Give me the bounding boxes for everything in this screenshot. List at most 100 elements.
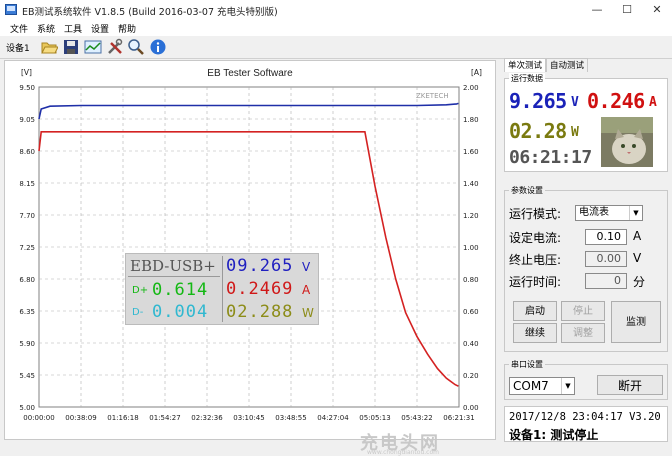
right-tick-label: 2.00 <box>463 84 479 92</box>
mode-value: 电流表 <box>579 207 609 218</box>
current-label: 设定电流: <box>509 231 562 245</box>
x-tick-label: 02:32:36 <box>191 414 223 422</box>
right-tick-label: 0.40 <box>463 340 479 348</box>
chart: EB Tester Software ZKETECH [V] [A] 00:00… <box>19 68 482 422</box>
current-field[interactable]: 0.10 <box>585 229 627 245</box>
monitor-button[interactable]: 监测 <box>611 301 661 343</box>
overlay-power-unit: W <box>302 306 314 320</box>
right-axis-unit: [A] <box>471 68 482 77</box>
right-tick-label: 1.40 <box>463 180 479 188</box>
continue-button[interactable]: 继续 <box>513 323 557 343</box>
params-group: 参数设置 运行模式: 电流表 ▼ 设定电流: 0.10 A 终止电压: 0.00… <box>504 185 668 352</box>
x-tick-label: 03:10:45 <box>233 414 264 422</box>
voltage-unit: V <box>633 251 642 265</box>
status-timestamp: 2017/12/8 23:04:17 V3.20 <box>509 411 661 423</box>
chart-title: EB Tester Software <box>207 68 293 79</box>
mode-label: 运行模式: <box>509 207 562 221</box>
cat-photo <box>601 117 653 167</box>
chart-grid <box>38 86 460 408</box>
serial-group: 串口设置 COM7 ▼ 断开 <box>504 359 668 400</box>
right-tick-label: 1.60 <box>463 148 479 156</box>
status-box: 2017/12/8 23:04:17 V3.20 设备1: 测试停止 <box>504 406 668 442</box>
x-tick-label: 06:21:31 <box>443 414 474 422</box>
menu-system[interactable]: 系统 <box>37 22 55 35</box>
reading-voltage: 9.265 <box>509 89 567 113</box>
x-tick-label: 00:38:09 <box>65 414 96 422</box>
info-icon[interactable] <box>149 38 167 56</box>
menu-help[interactable]: 帮助 <box>118 22 136 35</box>
open-folder-icon[interactable] <box>40 38 58 56</box>
mode-select[interactable]: 电流表 ▼ <box>575 205 643 221</box>
left-tick-label: 5.00 <box>19 404 35 412</box>
time-label: 运行时间: <box>509 275 562 289</box>
status-message: 设备1: 测试停止 <box>509 428 599 442</box>
menu-settings[interactable]: 设置 <box>91 22 109 35</box>
right-tick-label: 0.60 <box>463 308 479 316</box>
reading-current: 0.246 <box>587 89 645 113</box>
right-tick-label: 1.00 <box>463 244 479 252</box>
reading-power: 02.28 <box>509 119 567 143</box>
left-tick-label: 5.90 <box>19 340 35 348</box>
time-unit: 分 <box>633 275 646 289</box>
x-tick-label: 05:05:13 <box>359 414 390 422</box>
overlay-voltage-unit: V <box>302 260 311 274</box>
minimize-button[interactable]: — <box>582 0 612 20</box>
voltage-field[interactable]: 0.00 <box>585 251 627 267</box>
menu-tools[interactable]: 工具 <box>64 22 82 35</box>
overlay-current-unit: A <box>302 283 311 297</box>
meter-overlay: EBD-USB+ D+ 0.614 D- 0.004 09.265 V 0.24… <box>125 253 319 325</box>
left-tick-label: 9.50 <box>19 84 35 92</box>
readings-group: 运行数据 9.265 V 0.246 A 02.28 W 06:21:17 <box>504 73 668 172</box>
window-title: EB测试系统软件 V1.8.5 (Build 2016-03-07 充电头特别版… <box>22 7 278 18</box>
left-tick-label: 8.60 <box>19 148 35 156</box>
overlay-dplus-label: D+ <box>132 285 149 296</box>
left-tick-label: 8.15 <box>19 180 35 188</box>
left-tick-label: 7.70 <box>19 212 35 220</box>
time-field[interactable]: 0 <box>585 273 627 289</box>
left-tick-label: 9.05 <box>19 116 35 124</box>
save-icon[interactable] <box>62 38 80 56</box>
tab-single-test[interactable]: 单次测试 <box>504 58 546 72</box>
readings-group-label: 运行数据 <box>509 73 545 84</box>
right-tick-label: 0.80 <box>463 276 479 284</box>
title-bar: EB测试系统软件 V1.8.5 (Build 2016-03-07 充电头特别版… <box>0 0 672 20</box>
left-tick-label: 6.80 <box>19 276 35 284</box>
right-panel: 单次测试 自动测试 运行数据 9.265 V 0.246 A 02.28 W 0… <box>502 58 670 443</box>
overlay-current: 0.2469 <box>226 279 294 299</box>
menu-bar: 文件 系统 工具 设置 帮助 <box>0 20 672 36</box>
stop-button[interactable]: 停止 <box>561 301 605 321</box>
reading-power-unit: W <box>571 125 579 140</box>
x-tick-label: 05:43:22 <box>401 414 432 422</box>
chart-icon[interactable] <box>84 38 102 56</box>
maximize-button[interactable]: ☐ <box>612 0 642 20</box>
close-button[interactable]: ✕ <box>642 0 672 20</box>
toolbar: 设备1 <box>0 36 672 59</box>
x-tick-label: 00:00:00 <box>23 414 54 422</box>
start-button[interactable]: 启动 <box>513 301 557 321</box>
right-tick-label: 1.20 <box>463 212 479 220</box>
right-tick-label: 0.00 <box>463 404 479 412</box>
overlay-divider-v <box>222 256 223 322</box>
x-tick-label: 03:48:55 <box>275 414 306 422</box>
left-tick-label: 6.35 <box>19 308 35 316</box>
disconnect-button[interactable]: 断开 <box>597 375 663 395</box>
overlay-power: 02.288 <box>226 302 294 322</box>
adjust-button[interactable]: 调整 <box>561 323 605 343</box>
x-tick-label: 01:16:18 <box>107 414 138 422</box>
left-tick-label: 7.25 <box>19 244 35 252</box>
reading-current-unit: A <box>649 95 657 110</box>
device-label: 设备1 <box>6 44 30 54</box>
chart-panel: EB Tester Software ZKETECH [V] [A] 00:00… <box>4 60 496 456</box>
reading-time: 06:21:17 <box>509 147 592 168</box>
right-tick-label: 0.20 <box>463 372 479 380</box>
tab-auto-test[interactable]: 自动测试 <box>546 58 588 72</box>
current-unit: A <box>633 229 642 243</box>
left-tick-label: 5.45 <box>19 372 35 380</box>
tools-icon[interactable] <box>106 38 124 56</box>
search-icon[interactable] <box>127 38 145 56</box>
menu-file[interactable]: 文件 <box>10 22 28 35</box>
left-axis-unit: [V] <box>21 68 32 77</box>
x-tick-label: 01:54:27 <box>149 414 180 422</box>
port-select[interactable]: COM7 ▼ <box>509 377 575 395</box>
app-icon <box>5 4 17 15</box>
